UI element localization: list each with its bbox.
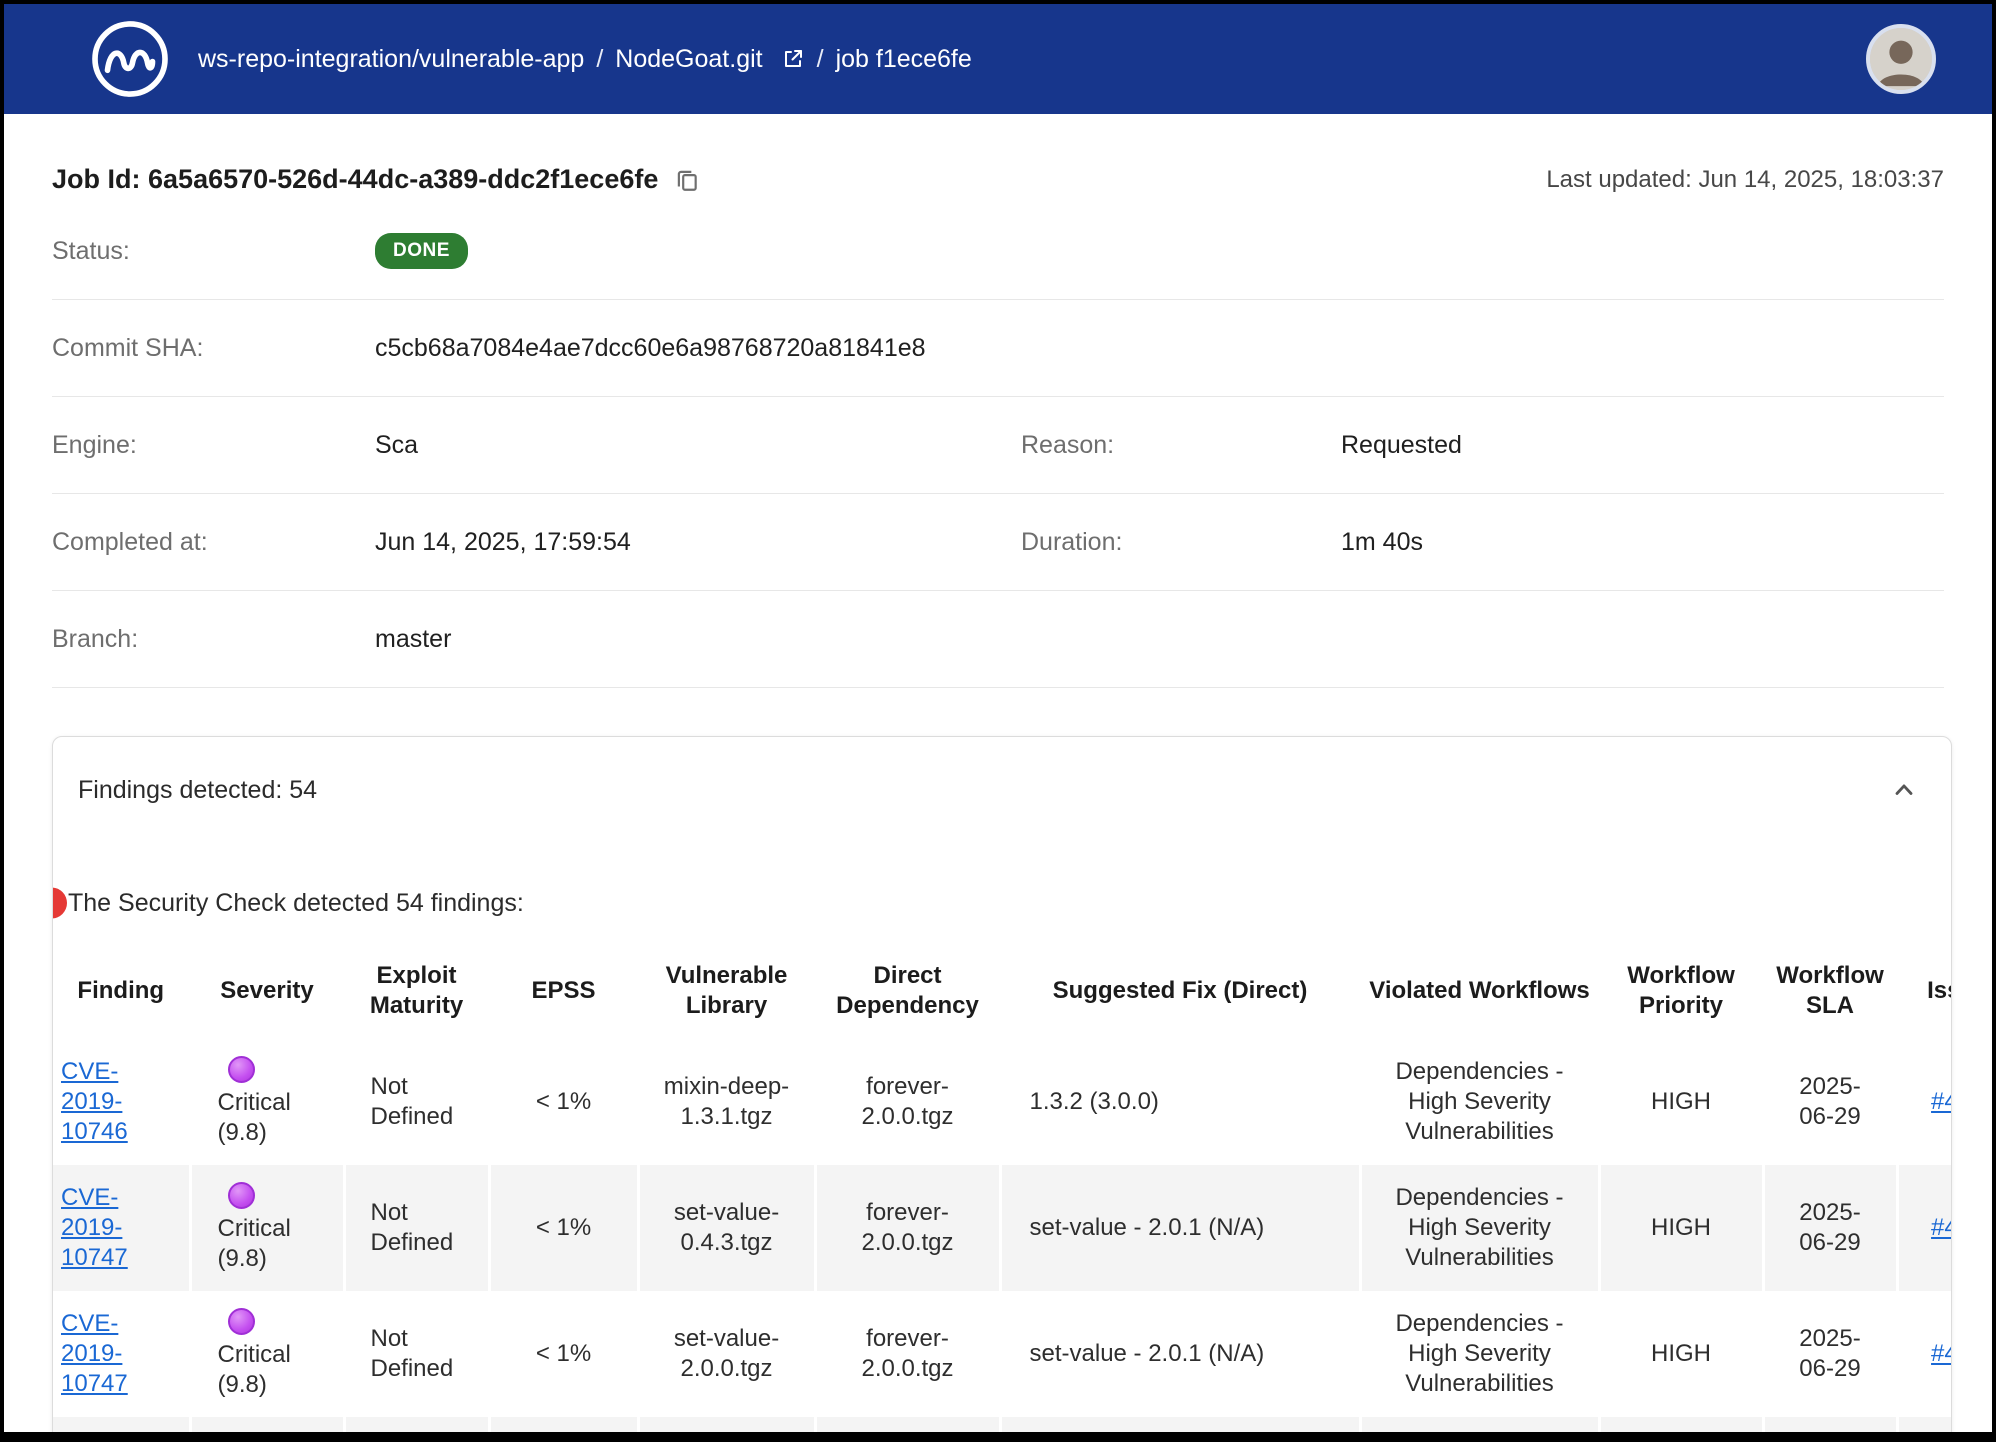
job-id-title: Job Id: 6a5a6570-526d-44dc-a389-ddc2f1ec… (52, 164, 658, 195)
top-navbar: ws-repo-integration/vulnerable-app / Nod… (4, 4, 1992, 114)
direct-dependency-cell: forever-2.0.0.tgz (815, 1039, 1000, 1165)
status-label: Status: (52, 237, 375, 266)
suggested-fix-cell: 1.3.2 (3.0.0) (1000, 1039, 1360, 1165)
severity-critical-icon (228, 1308, 255, 1335)
workflow-priority-cell: HIGH (1599, 1039, 1763, 1165)
user-avatar[interactable] (1866, 24, 1936, 94)
finding-row: CVE-2019-10747 Critical (9.8) Not Define… (53, 1291, 1952, 1417)
reason-label: Reason: (1021, 431, 1341, 460)
status-badge: DONE (375, 233, 468, 269)
mend-logo-icon (90, 19, 170, 99)
cve-link[interactable]: CVE-2019-10747 (61, 1310, 128, 1397)
violated-workflows-cell: Dependencies - High Severity Vulnerabili… (1360, 1291, 1599, 1417)
collapse-button[interactable] (1887, 773, 1921, 807)
col-header-exploit-maturity: Exploit Maturity (344, 943, 489, 1039)
completed-at-label: Completed at: (52, 528, 375, 557)
vulnerable-library-cell: set-value-0.4.3.tgz (638, 1165, 815, 1291)
col-header-epss: EPSS (489, 943, 638, 1039)
vulnerable-library-cell: set-value-2.0.0.tgz (638, 1291, 815, 1417)
error-icon: ! (52, 888, 67, 919)
engine-label: Engine: (52, 431, 375, 460)
breadcrumb-separator: / (817, 45, 824, 74)
engine-value: Sca (375, 431, 1021, 460)
completed-at-value: Jun 14, 2025, 17:59:54 (375, 528, 1021, 557)
last-updated-text: Last updated: Jun 14, 2025, 18:03:37 (1546, 166, 1944, 194)
exploit-maturity-cell: Not Defined (344, 1039, 489, 1165)
issue-link[interactable]: #436 (1931, 1088, 1952, 1115)
severity-label: Critical (9.8) (218, 1340, 325, 1400)
violated-workflows-cell: Dependencies - High Severity Vulnerabili… (1360, 1165, 1599, 1291)
epss-cell: < 1% (489, 1291, 638, 1417)
severity-critical-icon (228, 1182, 255, 1209)
commit-sha-label: Commit SHA: (52, 334, 375, 363)
completed-duration-row: Completed at: Jun 14, 2025, 17:59:54 Dur… (52, 494, 1944, 591)
suggested-fix-cell: set-value - 2.0.1 (N/A) (1000, 1165, 1360, 1291)
col-header-finding: Finding (53, 943, 190, 1039)
duration-label: Duration: (1021, 528, 1341, 557)
findings-table: Finding Severity Exploit Maturity EPSS V… (53, 943, 1952, 1442)
branch-value: master (375, 625, 451, 654)
exploit-maturity-cell: Not Defined (344, 1291, 489, 1417)
duration-value: 1m 40s (1341, 528, 1423, 557)
epss-cell: < 1% (489, 1039, 638, 1165)
severity-label: Critical (9.8) (218, 1214, 325, 1274)
breadcrumb-project-link[interactable]: NodeGoat.git (615, 45, 762, 74)
issue-link[interactable]: #436 (1931, 1340, 1952, 1367)
findings-table-head: Finding Severity Exploit Maturity EPSS V… (53, 943, 1952, 1039)
issue-link[interactable]: #436 (1931, 1214, 1952, 1241)
workflow-sla-cell: 2025-06-29 (1763, 1039, 1897, 1165)
epss-cell: < 1% (489, 1165, 638, 1291)
col-header-workflow-sla: Workflow SLA (1763, 943, 1897, 1039)
col-header-suggested-fix: Suggested Fix (Direct) (1000, 943, 1360, 1039)
cve-link[interactable]: CVE-2019-10746 (61, 1058, 128, 1145)
col-header-violated-workflows: Violated Workflows (1360, 943, 1599, 1039)
direct-dependency-cell: forever-2.0.0.tgz (815, 1165, 1000, 1291)
job-fields: Status: DONE Commit SHA: c5cb68a7084e4ae… (52, 203, 1944, 688)
findings-title: Findings detected: 54 (78, 776, 317, 805)
app-window: ws-repo-integration/vulnerable-app / Nod… (0, 0, 1996, 1442)
workflow-priority-cell: HIGH (1599, 1165, 1763, 1291)
finding-row-partial (53, 1417, 1952, 1442)
direct-dependency-cell: forever-2.0.0.tgz (815, 1291, 1000, 1417)
commit-sha-row: Commit SHA: c5cb68a7084e4ae7dcc60e6a9876… (52, 300, 1944, 397)
breadcrumb: ws-repo-integration/vulnerable-app / Nod… (198, 45, 972, 74)
external-link-icon[interactable] (781, 47, 805, 71)
severity-label: Critical (9.8) (218, 1088, 325, 1148)
col-header-workflow-priority: Workflow Priority (1599, 943, 1763, 1039)
finding-row: CVE-2019-10746 Critical (9.8) Not Define… (53, 1039, 1952, 1165)
cve-link[interactable]: CVE-2019-10747 (61, 1184, 128, 1271)
findings-table-body: CVE-2019-10746 Critical (9.8) Not Define… (53, 1039, 1952, 1442)
col-header-vulnerable-library: Vulnerable Library (638, 943, 815, 1039)
findings-intro-row: ! The Security Check detected 54 finding… (53, 887, 1951, 919)
status-row: Status: DONE (52, 203, 1944, 300)
breadcrumb-current-job: job f1ece6fe (836, 45, 972, 74)
workflow-sla-cell: 2025-06-29 (1763, 1165, 1897, 1291)
workflow-sla-cell: 2025-06-29 (1763, 1291, 1897, 1417)
commit-sha-value: c5cb68a7084e4ae7dcc60e6a98768720a81841e8 (375, 334, 926, 363)
suggested-fix-cell: set-value - 2.0.1 (N/A) (1000, 1291, 1360, 1417)
copy-icon[interactable] (674, 167, 700, 193)
exploit-maturity-cell: Not Defined (344, 1165, 489, 1291)
vulnerable-library-cell: mixin-deep-1.3.1.tgz (638, 1039, 815, 1165)
job-details-page: Job Id: 6a5a6570-526d-44dc-a389-ddc2f1ec… (4, 164, 1992, 1442)
branch-row: Branch: master (52, 591, 1944, 688)
col-header-severity: Severity (190, 943, 344, 1039)
workflow-priority-cell: HIGH (1599, 1291, 1763, 1417)
breadcrumb-repo-link[interactable]: ws-repo-integration/vulnerable-app (198, 45, 584, 74)
job-id-label: Job Id: (52, 164, 141, 194)
severity-critical-icon (228, 1056, 255, 1083)
violated-workflows-cell: Dependencies - High Severity Vulnerabili… (1360, 1039, 1599, 1165)
col-header-issue: Issue (1897, 943, 1952, 1039)
engine-reason-row: Engine: Sca Reason: Requested (52, 397, 1944, 494)
findings-intro-text: The Security Check detected 54 findings: (68, 889, 524, 918)
job-header-row: Job Id: 6a5a6570-526d-44dc-a389-ddc2f1ec… (52, 164, 1944, 195)
reason-value: Requested (1341, 431, 1462, 460)
job-id-value: 6a5a6570-526d-44dc-a389-ddc2f1ece6fe (148, 164, 658, 194)
branch-label: Branch: (52, 625, 375, 654)
breadcrumb-separator: / (596, 45, 603, 74)
findings-card-header: Findings detected: 54 (53, 737, 1951, 807)
col-header-direct-dependency: Direct Dependency (815, 943, 1000, 1039)
finding-row: CVE-2019-10747 Critical (9.8) Not Define… (53, 1165, 1952, 1291)
findings-card: Findings detected: 54 ! The Security Che… (52, 736, 1952, 1442)
